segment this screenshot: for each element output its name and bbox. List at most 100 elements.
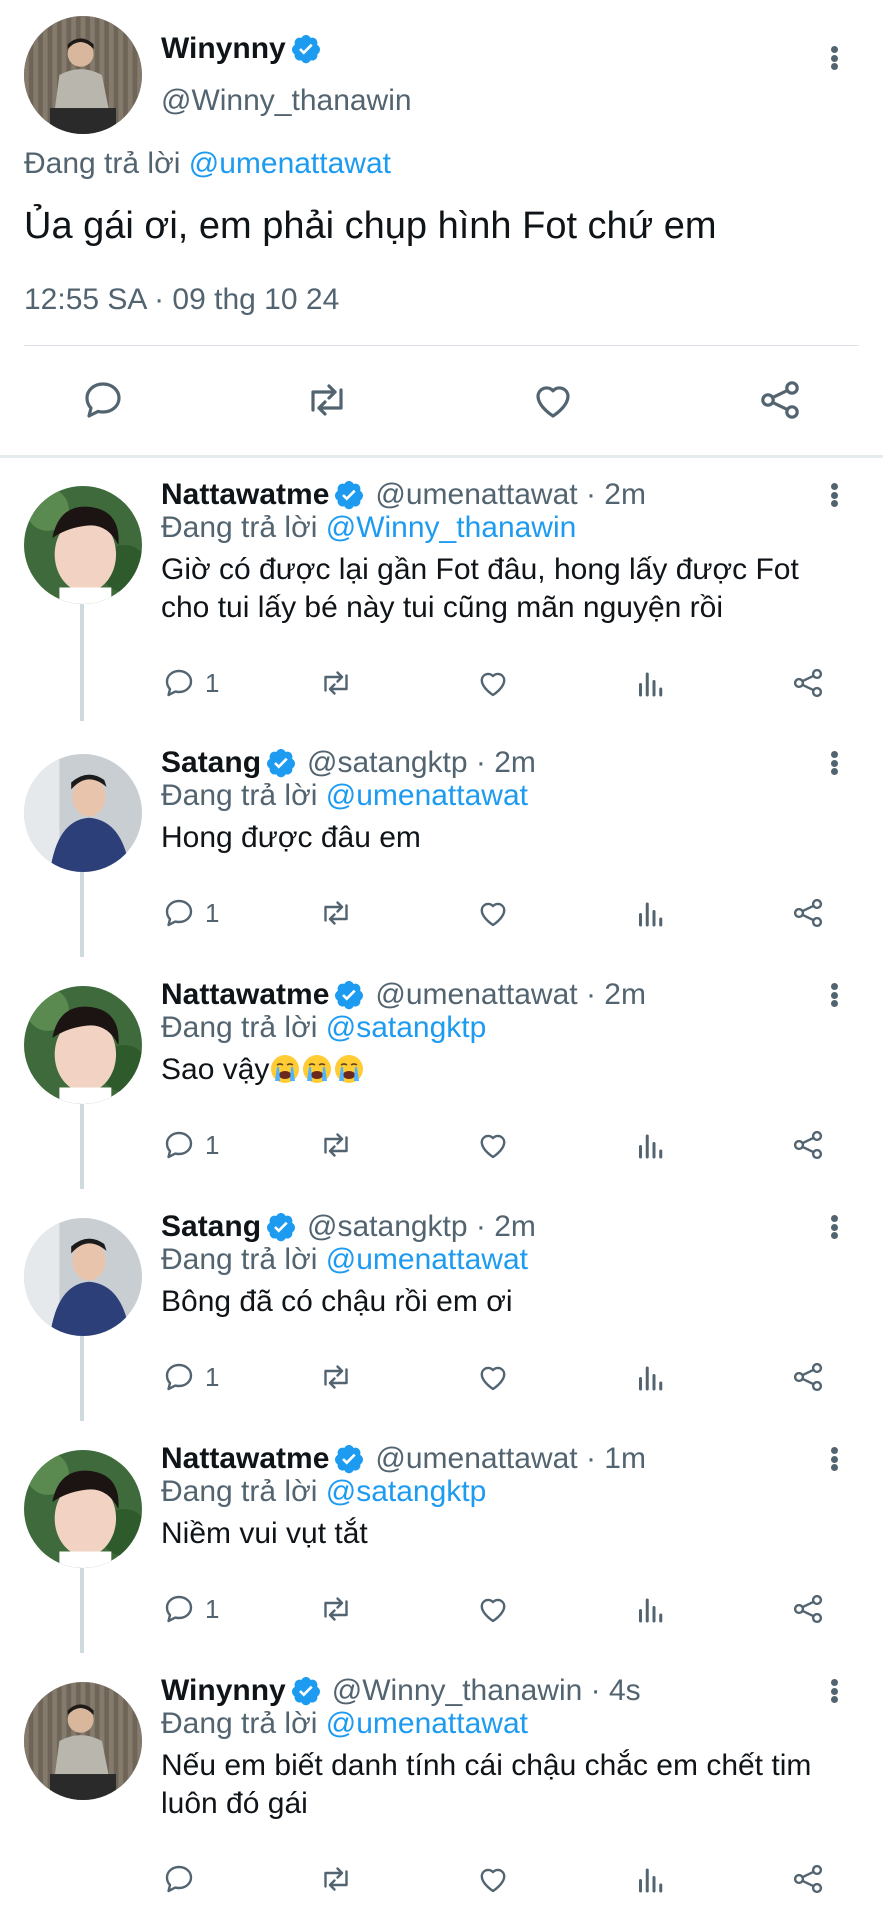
- analytics-icon: [639, 1598, 663, 1623]
- retweet-icon[interactable]: [303, 376, 351, 424]
- author-handle[interactable]: @umenattawat · 2m: [375, 478, 646, 512]
- mention-link[interactable]: @umenattawat: [326, 779, 528, 812]
- share-button[interactable]: [790, 893, 826, 933]
- like-button[interactable]: [475, 1125, 511, 1165]
- reply-text: Sao vậy: [161, 1051, 841, 1089]
- reply-count: 1: [205, 667, 220, 698]
- author-name[interactable]: Satang: [161, 1210, 261, 1244]
- avatar[interactable]: [24, 16, 142, 134]
- author-name[interactable]: Nattawatme: [161, 1442, 329, 1476]
- analytics-button[interactable]: [633, 1125, 669, 1165]
- reply-tweet: Winynny @Winny_thanawin · 4s Đang trả lờ…: [0, 1669, 883, 1920]
- more-options-icon[interactable]: [824, 40, 844, 76]
- more-options-icon[interactable]: [824, 477, 844, 513]
- share-button[interactable]: [790, 1125, 826, 1165]
- author-handle[interactable]: @Winny_thanawin · 4s: [332, 1674, 641, 1708]
- more-options-icon[interactable]: [824, 745, 844, 781]
- reply-tweet: Nattawatme @umenattawat · 1m Đang trả lờ…: [0, 1437, 883, 1669]
- reply-button[interactable]: 1: [161, 663, 219, 703]
- reply-icon: [165, 669, 193, 697]
- reply-icon: [165, 899, 193, 927]
- reply-button[interactable]: 1: [161, 1357, 219, 1397]
- retweet-button[interactable]: [318, 1859, 354, 1899]
- author-name[interactable]: Winynny: [161, 1674, 286, 1708]
- reply-actions: 1: [0, 893, 883, 933]
- reply-actions: 1: [0, 1589, 883, 1629]
- mention-link[interactable]: @Winny_thanawin: [326, 511, 577, 544]
- analytics-icon: [639, 672, 663, 697]
- retweet-button[interactable]: [318, 1357, 354, 1397]
- share-icon: [793, 1864, 823, 1894]
- mention-link[interactable]: @umenattawat: [326, 1243, 528, 1276]
- retweet-icon: [324, 1133, 348, 1157]
- author-handle[interactable]: @Winny_thanawin: [161, 84, 412, 118]
- replying-to: Đang trả lời @umenattawat: [161, 1707, 528, 1740]
- like-button[interactable]: [475, 893, 511, 933]
- reply-icon[interactable]: [79, 376, 127, 424]
- share-icon[interactable]: [756, 376, 804, 424]
- like-button[interactable]: [475, 1357, 511, 1397]
- more-options-icon[interactable]: [824, 1441, 844, 1477]
- author-name[interactable]: Nattawatme: [161, 978, 329, 1012]
- reply-button[interactable]: [161, 1859, 205, 1899]
- like-icon: [480, 1134, 506, 1159]
- like-button[interactable]: [475, 663, 511, 703]
- reply-button[interactable]: 1: [161, 893, 219, 933]
- analytics-icon: [639, 902, 663, 927]
- author-handle[interactable]: @satangktp · 2m: [307, 1210, 536, 1244]
- reply-icon: [165, 1865, 193, 1893]
- analytics-button[interactable]: [633, 893, 669, 933]
- mention-link[interactable]: @satangktp: [326, 1011, 487, 1044]
- analytics-button[interactable]: [633, 1589, 669, 1629]
- share-button[interactable]: [790, 1859, 826, 1899]
- replying-to: Đang trả lời @satangktp: [161, 1011, 487, 1044]
- share-icon: [793, 898, 823, 928]
- reply-button[interactable]: 1: [161, 1589, 219, 1629]
- reply-button[interactable]: 1: [161, 1125, 219, 1165]
- crying-face-emoji-icon: [335, 1055, 364, 1083]
- author-name[interactable]: Winynny: [161, 32, 322, 66]
- mention-link[interactable]: @satangktp: [326, 1475, 487, 1508]
- like-icon: [480, 672, 506, 697]
- author-name[interactable]: Satang: [161, 746, 261, 780]
- tweet-timestamp[interactable]: 12:55 SA · 09 thg 10 24: [24, 283, 339, 317]
- divider: [24, 345, 859, 346]
- more-options-icon[interactable]: [824, 1673, 844, 1709]
- author-handle[interactable]: @satangktp · 2m: [307, 746, 536, 780]
- mention-link[interactable]: @umenattawat: [189, 147, 391, 180]
- avatar[interactable]: [24, 754, 142, 872]
- main-tweet: Winynny @Winny_thanawin Đang trả lời @um…: [0, 0, 883, 455]
- more-options-icon[interactable]: [824, 1209, 844, 1245]
- like-button[interactable]: [475, 1589, 511, 1629]
- retweet-icon: [324, 901, 348, 925]
- more-options-icon[interactable]: [824, 977, 844, 1013]
- avatar[interactable]: [24, 1218, 142, 1336]
- analytics-icon: [639, 1868, 663, 1893]
- author-handle[interactable]: @umenattawat · 1m: [375, 1442, 646, 1476]
- retweet-button[interactable]: [318, 663, 354, 703]
- retweet-button[interactable]: [318, 893, 354, 933]
- reply-text-content: Sao vậy: [161, 1053, 270, 1086]
- author-handle[interactable]: @umenattawat · 2m: [375, 978, 646, 1012]
- analytics-button[interactable]: [633, 1357, 669, 1397]
- like-button[interactable]: [475, 1859, 511, 1899]
- like-icon[interactable]: [529, 376, 577, 424]
- avatar[interactable]: [24, 1450, 142, 1568]
- analytics-button[interactable]: [633, 663, 669, 703]
- reply-text: Bông đã có chậu rồi em ơi: [161, 1285, 513, 1318]
- retweet-button[interactable]: [318, 1589, 354, 1629]
- analytics-button[interactable]: [633, 1859, 669, 1899]
- avatar[interactable]: [24, 486, 142, 604]
- avatar[interactable]: [24, 986, 142, 1104]
- share-button[interactable]: [790, 1589, 826, 1629]
- reply-actions: 1: [0, 1357, 883, 1397]
- share-button[interactable]: [790, 1357, 826, 1397]
- retweet-button[interactable]: [318, 1125, 354, 1165]
- share-button[interactable]: [790, 663, 826, 703]
- mention-link[interactable]: @umenattawat: [326, 1707, 528, 1740]
- avatar[interactable]: [24, 1682, 142, 1800]
- author-name[interactable]: Nattawatme: [161, 478, 329, 512]
- reply-tweet: Satang @satangktp · 2m Đang trả lời @ume…: [0, 1205, 883, 1437]
- retweet-icon: [324, 1365, 348, 1389]
- like-icon: [480, 1366, 506, 1391]
